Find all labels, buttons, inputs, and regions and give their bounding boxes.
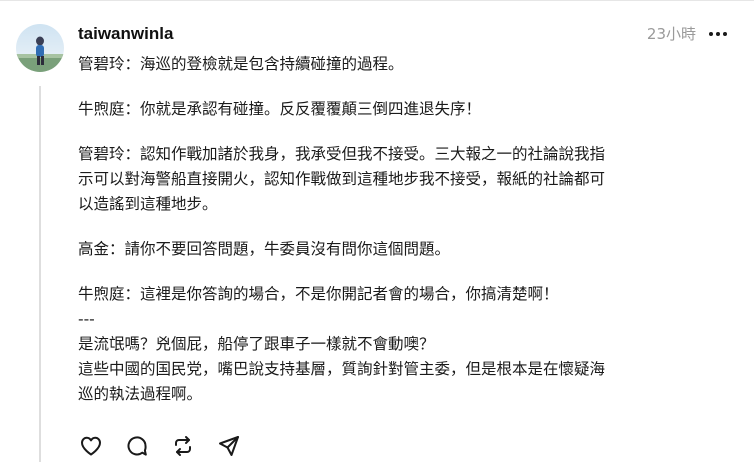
text-line: 牛煦庭：這裡是你答詢的場合，不是你開記者會的場合，你搞清楚啊！ [78,285,559,303]
repost-button[interactable] [170,433,196,459]
paragraph: 牛煦庭：你就是承認有碰撞。反反覆覆顛三倒四進退失序！ [78,97,738,122]
text-line: 示可以對海警船直接開火，認知作戰做到這種地步我不接受，報紙的社論都可 [78,170,606,188]
share-button[interactable] [216,433,242,459]
text-line: 是流氓嗎？兇個屁，船停了跟車子一樣就不會動噢？ [78,335,435,353]
username-link[interactable]: taiwanwinla [78,22,173,46]
timestamp: 23小時 [646,25,696,43]
paragraph: 管碧玲：海巡的登檢就是包含持續碰撞的過程。 [78,52,738,77]
heart-icon [81,436,101,456]
repost-icon [175,436,191,456]
separator-text: --- [78,310,95,328]
text-line: 以造謠到這種地步。 [78,195,218,213]
text-line: 管碧玲：海巡的登檢就是包含持續碰撞的過程。 [78,55,404,73]
text-line: 牛煦庭：你就是承認有碰撞。反反覆覆顛三倒四進退失序！ [78,100,482,118]
paragraph: 高金：請你不要回答問題，牛委員沒有問你這個問題。 [78,237,738,262]
thread-line [39,86,41,462]
text-line: 高金：請你不要回答問題，牛委員沒有問你這個問題。 [78,240,451,258]
avatar-image [16,24,64,72]
paragraph: 牛煦庭：這裡是你答詢的場合，不是你開記者會的場合，你搞清楚啊！ --- 是流氓嗎… [78,282,738,407]
comment-icon [127,436,147,456]
avatar[interactable] [16,24,64,72]
top-divider [0,0,754,1]
action-bar [78,432,262,460]
like-button[interactable] [78,433,104,459]
text-line: 這些中國的国民党，嘴巴說支持基層，質詢針對管主委，但是根本是在懷疑海 [78,360,606,378]
paragraph: 管碧玲：認知作戰加諸於我身，我承受但我不接受。三大報之一的社論說我指 示可以對海… [78,142,738,217]
post-body: 管碧玲：海巡的登檢就是包含持續碰撞的過程。 牛煦庭：你就是承認有碰撞。反反覆覆顛… [78,52,738,407]
more-horizontal-icon[interactable] [706,22,730,46]
send-icon [219,436,239,456]
post-header: taiwanwinla 23小時 [78,22,738,46]
text-line: 巡的執法過程啊。 [78,385,203,403]
text-line: 管碧玲：認知作戰加諸於我身，我承受但我不接受。三大報之一的社論說我指 [78,145,606,163]
reply-button[interactable] [124,433,150,459]
